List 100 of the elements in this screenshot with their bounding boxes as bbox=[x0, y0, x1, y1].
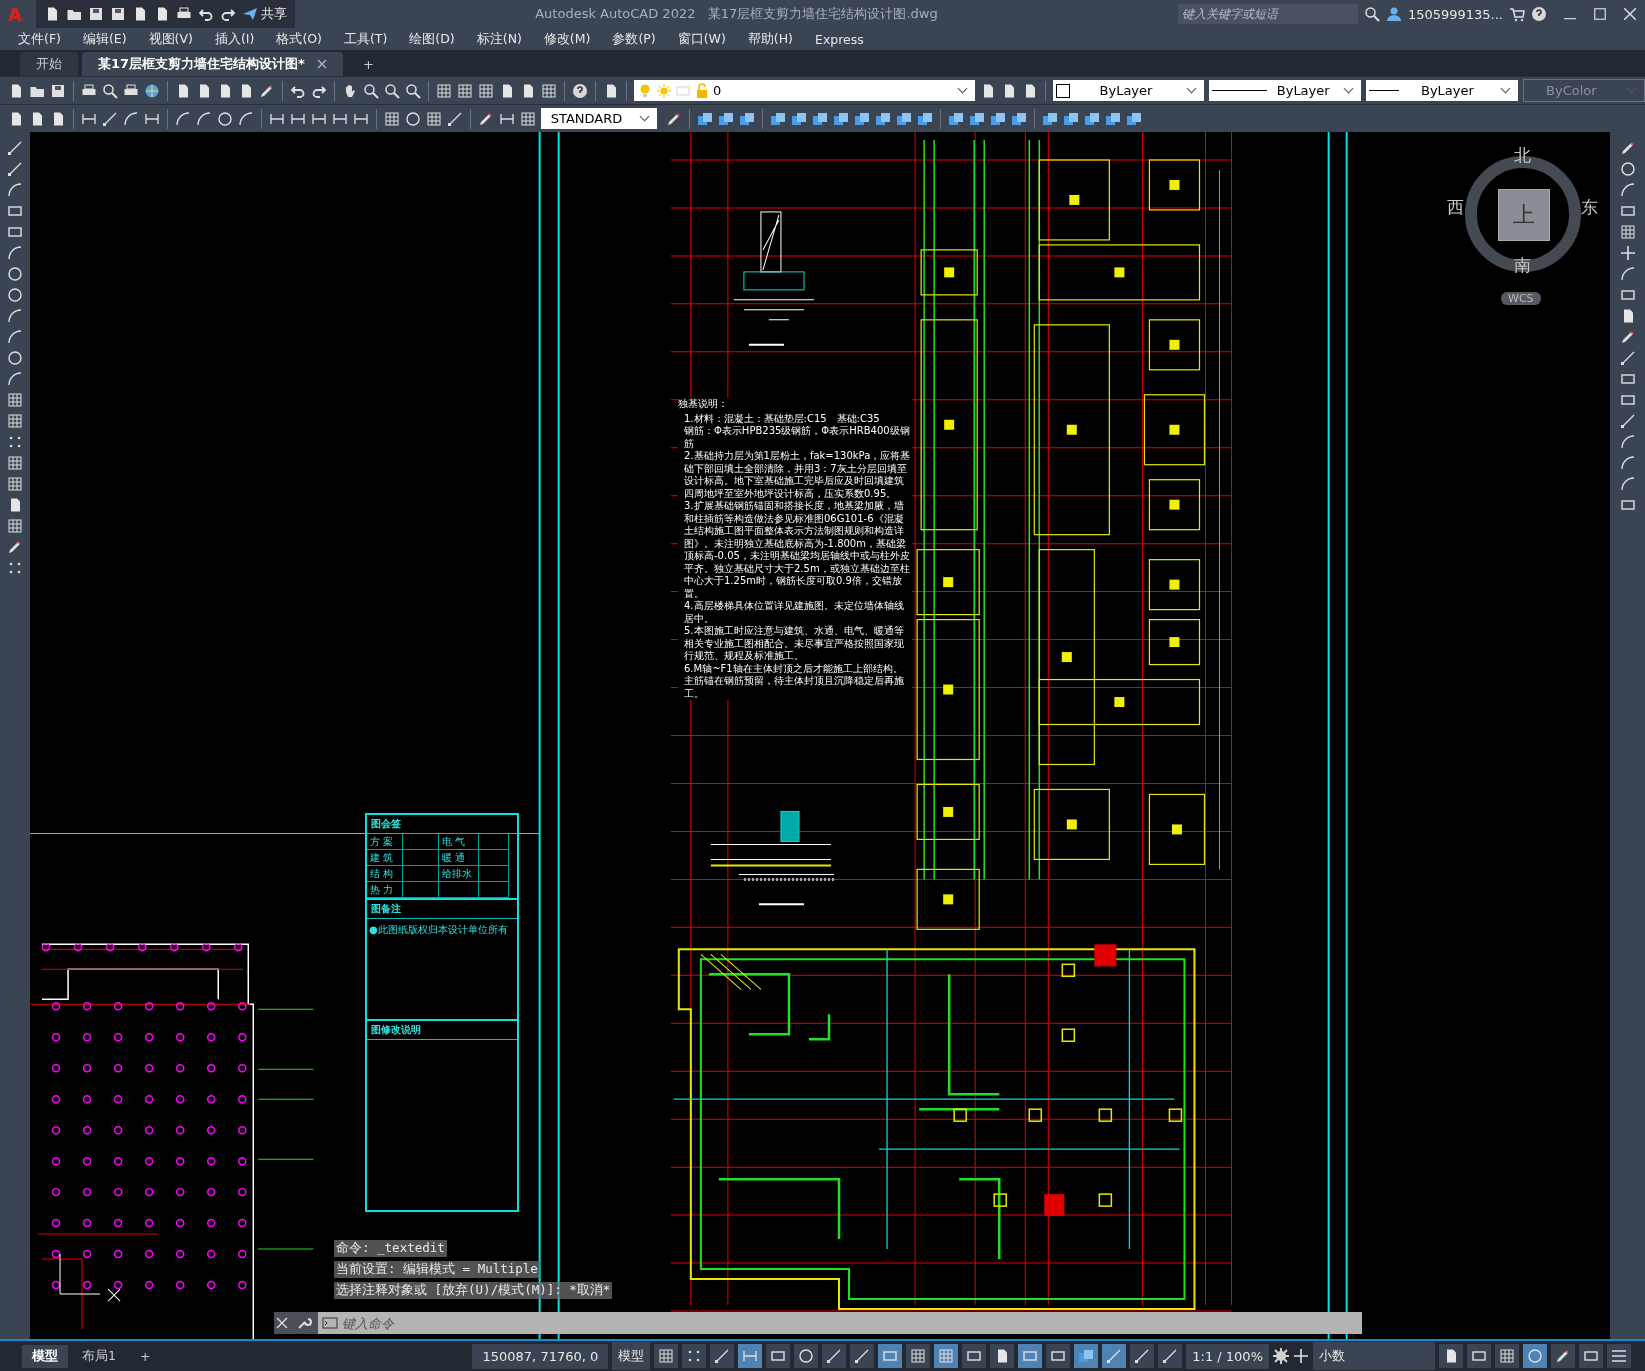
menu-item[interactable]: Express bbox=[815, 31, 864, 47]
maximize-icon[interactable] bbox=[1593, 7, 1607, 21]
dots-icon[interactable] bbox=[7, 434, 23, 450]
status-toggle[interactable] bbox=[1439, 1344, 1463, 1368]
layout-tab[interactable]: 布局1 bbox=[72, 1344, 126, 1368]
status-toggle[interactable] bbox=[934, 1344, 959, 1368]
save-icon[interactable] bbox=[110, 6, 126, 22]
status-toggle[interactable] bbox=[1102, 1344, 1127, 1368]
wrench-icon[interactable] bbox=[296, 1315, 312, 1331]
solid-icon[interactable] bbox=[739, 110, 755, 127]
menu-item[interactable]: 编辑(E) bbox=[82, 30, 127, 48]
status-toggle[interactable] bbox=[822, 1344, 847, 1368]
solid-icon[interactable] bbox=[770, 110, 786, 127]
menu-item[interactable]: 标注(N) bbox=[476, 30, 522, 48]
solid-icon[interactable] bbox=[812, 110, 828, 127]
status-toggle[interactable] bbox=[850, 1344, 875, 1368]
status-toggle[interactable] bbox=[1018, 1344, 1043, 1368]
file-tab[interactable]: 开始 bbox=[20, 52, 78, 76]
status-toggle[interactable] bbox=[1130, 1344, 1155, 1368]
status-toggle[interactable] bbox=[1551, 1344, 1575, 1368]
menu-item[interactable]: 格式(O) bbox=[276, 30, 322, 48]
save-icon[interactable] bbox=[50, 82, 66, 99]
status-toggle[interactable] bbox=[990, 1344, 1015, 1368]
model-space-button[interactable]: 模型 bbox=[612, 1342, 651, 1370]
status-toggle[interactable] bbox=[1074, 1344, 1099, 1368]
share-button[interactable]: 共享 bbox=[242, 5, 287, 23]
layout-tab[interactable]: 模型 bbox=[22, 1344, 68, 1368]
menu-item[interactable]: 窗口(W) bbox=[677, 30, 726, 48]
status-toggle[interactable] bbox=[766, 1344, 791, 1368]
status-toggle[interactable] bbox=[1579, 1344, 1603, 1368]
help-icon[interactable] bbox=[1531, 6, 1547, 22]
text-style-dropdown[interactable]: STANDARD bbox=[541, 108, 657, 129]
status-toggle[interactable] bbox=[1495, 1344, 1519, 1368]
status-toggle[interactable] bbox=[654, 1344, 679, 1368]
user-name[interactable]: 1505999135... bbox=[1407, 6, 1503, 22]
menu-item[interactable]: 参数(P) bbox=[612, 30, 656, 48]
solid-icon[interactable] bbox=[917, 110, 933, 127]
add-layout-button[interactable]: + bbox=[129, 1345, 161, 1367]
units-button[interactable]: 小数 bbox=[1313, 1342, 1435, 1370]
save-icon[interactable] bbox=[88, 6, 104, 22]
menu-item[interactable]: 插入(I) bbox=[214, 30, 255, 48]
close-icon[interactable] bbox=[1623, 7, 1637, 21]
status-toggle[interactable] bbox=[682, 1344, 707, 1368]
compass-label[interactable]: 北 bbox=[1514, 144, 1531, 167]
search-field[interactable]: 键入关键字或短语 bbox=[1177, 4, 1358, 24]
solid-icon[interactable] bbox=[875, 110, 891, 127]
compass-label[interactable]: 西 bbox=[1447, 196, 1464, 219]
compass-label[interactable]: 南 bbox=[1514, 254, 1531, 277]
solid-icon[interactable] bbox=[1063, 110, 1079, 127]
compass-label[interactable]: 东 bbox=[1581, 196, 1598, 219]
menu-item[interactable]: 工具(T) bbox=[343, 30, 388, 48]
wcs-button[interactable]: WCS bbox=[1501, 292, 1541, 305]
solid-icon[interactable] bbox=[854, 110, 870, 127]
solid-icon[interactable] bbox=[1126, 110, 1142, 127]
status-toggle[interactable] bbox=[1158, 1344, 1183, 1368]
menu-item[interactable]: 修改(M) bbox=[543, 30, 591, 48]
gear-icon[interactable] bbox=[1273, 1348, 1289, 1364]
color-dropdown[interactable]: ByLayer bbox=[1052, 80, 1205, 101]
solid-icon[interactable] bbox=[1011, 110, 1027, 127]
brush-icon[interactable] bbox=[1619, 140, 1636, 156]
solid-icon[interactable] bbox=[948, 110, 964, 127]
solid-icon[interactable] bbox=[1105, 110, 1121, 127]
solid-icon[interactable] bbox=[833, 110, 849, 127]
dots-icon[interactable] bbox=[7, 560, 23, 576]
status-toggle[interactable] bbox=[878, 1344, 903, 1368]
annotation-scale-button[interactable]: 1:1 / 100% bbox=[1186, 1343, 1269, 1369]
solid-icon[interactable] bbox=[969, 110, 985, 127]
prompt-icon[interactable] bbox=[322, 1315, 338, 1331]
menu-item[interactable]: 帮助(H) bbox=[747, 30, 793, 48]
menu-item[interactable]: 文件(F) bbox=[18, 30, 61, 48]
status-toggle[interactable] bbox=[1046, 1344, 1071, 1368]
solid-icon[interactable] bbox=[697, 110, 713, 127]
solid-icon[interactable] bbox=[896, 110, 912, 127]
new-tab-button[interactable]: + bbox=[346, 52, 390, 76]
status-toggle[interactable] bbox=[1523, 1344, 1547, 1368]
status-toggle[interactable] bbox=[1607, 1344, 1631, 1368]
close-icon[interactable] bbox=[274, 1315, 290, 1331]
layer-dropdown[interactable]: 0 bbox=[633, 80, 975, 101]
status-toggle[interactable] bbox=[1467, 1344, 1491, 1368]
menu-item[interactable]: 视图(V) bbox=[148, 30, 193, 48]
status-toggle[interactable] bbox=[738, 1344, 763, 1368]
solid-icon[interactable] bbox=[1084, 110, 1100, 127]
status-toggle[interactable] bbox=[794, 1344, 819, 1368]
cart-icon[interactable] bbox=[1509, 6, 1525, 22]
solid-icon[interactable] bbox=[990, 110, 1006, 127]
linetype-dropdown[interactable]: ByLayer bbox=[1209, 80, 1362, 101]
globe-icon[interactable] bbox=[144, 82, 160, 99]
solid-icon[interactable] bbox=[1042, 110, 1058, 127]
status-toggle[interactable] bbox=[906, 1344, 931, 1368]
solid-icon[interactable] bbox=[791, 110, 807, 127]
close-icon[interactable] bbox=[316, 59, 327, 69]
menu-item[interactable]: 绘图(D) bbox=[409, 30, 455, 48]
solid-icon[interactable] bbox=[718, 110, 734, 127]
brush-icon[interactable] bbox=[7, 539, 23, 555]
brush-icon[interactable] bbox=[1619, 329, 1636, 345]
help-icon[interactable] bbox=[571, 82, 588, 99]
file-tab[interactable]: 某17层框支剪力墙住宅结构设计图* bbox=[82, 52, 343, 76]
status-toggle[interactable] bbox=[962, 1344, 987, 1368]
lineweight-dropdown[interactable]: ByLayer bbox=[1366, 80, 1518, 101]
viewcube-face[interactable]: 上 bbox=[1498, 189, 1550, 241]
